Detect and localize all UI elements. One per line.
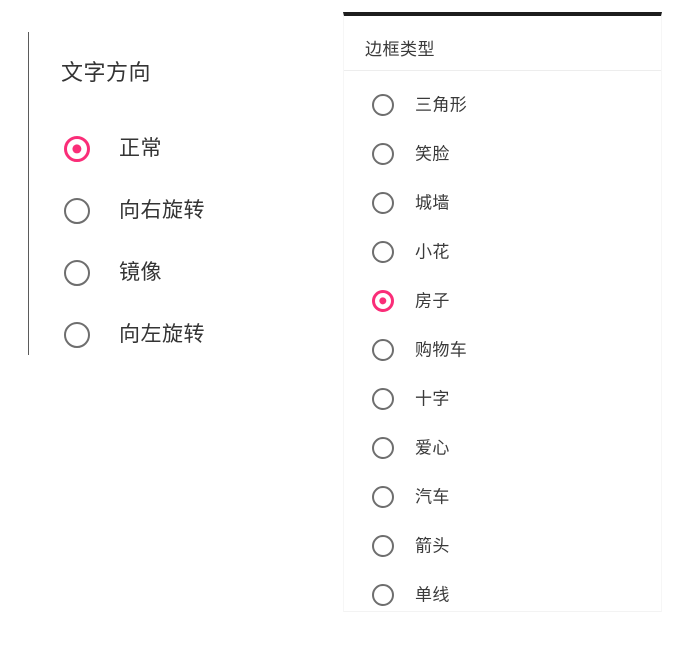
border-type-heading: 边框类型 — [365, 40, 435, 59]
border-type-label: 汽车 — [415, 487, 450, 506]
radio-circle — [372, 240, 394, 263]
text-direction-label: 镜像 — [119, 261, 162, 284]
radio-unselected-icon[interactable] — [372, 93, 394, 116]
text-direction-option[interactable]: 向右旋转 — [29, 180, 318, 242]
border-type-option[interactable]: 单线 — [344, 570, 661, 619]
border-type-option[interactable]: 购物车 — [344, 325, 661, 374]
border-type-panel: 边框类型 三角形笑脸城墙小花房子购物车十字爱心汽车箭头单线 — [343, 12, 662, 612]
text-direction-label: 正常 — [119, 137, 162, 160]
radio-unselected-icon[interactable] — [372, 534, 394, 557]
text-direction-option[interactable]: 向左旋转 — [29, 304, 318, 366]
radio-unselected-icon[interactable] — [64, 260, 90, 286]
text-direction-option[interactable]: 镜像 — [29, 242, 318, 304]
border-type-option[interactable]: 汽车 — [344, 472, 661, 521]
text-direction-panel: 文字方向 正常向右旋转镜像向左旋转 — [28, 32, 318, 355]
border-type-option[interactable]: 十字 — [344, 374, 661, 423]
radio-circle — [372, 534, 394, 557]
radio-unselected-icon[interactable] — [372, 387, 394, 410]
border-type-label: 房子 — [415, 291, 450, 310]
border-type-label: 三角形 — [415, 95, 468, 114]
text-direction-label: 向左旋转 — [119, 323, 205, 346]
border-type-option[interactable]: 笑脸 — [344, 129, 661, 178]
border-type-radio-group: 三角形笑脸城墙小花房子购物车十字爱心汽车箭头单线 — [344, 80, 661, 619]
radio-circle — [64, 322, 90, 348]
header-divider — [344, 70, 661, 71]
text-direction-radio-group: 正常向右旋转镜像向左旋转 — [29, 118, 318, 366]
border-type-label: 购物车 — [415, 340, 468, 359]
border-type-option[interactable]: 小花 — [344, 227, 661, 276]
radio-circle — [372, 436, 394, 459]
border-type-option[interactable]: 爱心 — [344, 423, 661, 472]
border-type-label: 城墙 — [415, 193, 450, 212]
text-direction-heading: 文字方向 — [61, 60, 152, 85]
border-type-option[interactable]: 箭头 — [344, 521, 661, 570]
radio-unselected-icon[interactable] — [372, 583, 394, 606]
radio-selected-icon[interactable] — [64, 136, 90, 162]
border-type-label: 爱心 — [415, 438, 450, 457]
radio-unselected-icon[interactable] — [64, 198, 90, 224]
border-type-label: 十字 — [415, 389, 450, 408]
text-direction-option[interactable]: 正常 — [29, 118, 318, 180]
radio-circle — [64, 260, 90, 286]
text-direction-label: 向右旋转 — [119, 199, 205, 222]
border-type-label: 箭头 — [415, 536, 450, 555]
border-type-option[interactable]: 房子 — [344, 276, 661, 325]
border-type-label: 单线 — [415, 585, 450, 604]
radio-selected-icon[interactable] — [372, 289, 394, 312]
radio-circle — [372, 485, 394, 508]
border-type-option[interactable]: 城墙 — [344, 178, 661, 227]
radio-circle — [64, 198, 90, 224]
radio-circle — [372, 338, 394, 361]
radio-unselected-icon[interactable] — [372, 436, 394, 459]
radio-unselected-icon[interactable] — [372, 142, 394, 165]
radio-circle — [372, 289, 394, 312]
radio-circle — [372, 583, 394, 606]
radio-unselected-icon[interactable] — [372, 338, 394, 361]
screen-root: 文字方向 正常向右旋转镜像向左旋转 边框类型 三角形笑脸城墙小花房子购物车十字爱… — [0, 0, 674, 652]
border-type-label: 小花 — [415, 242, 450, 261]
radio-circle — [372, 93, 394, 116]
radio-circle — [64, 136, 90, 162]
radio-unselected-icon[interactable] — [372, 485, 394, 508]
radio-circle — [372, 191, 394, 214]
radio-unselected-icon[interactable] — [372, 240, 394, 263]
border-type-option[interactable]: 三角形 — [344, 80, 661, 129]
radio-unselected-icon[interactable] — [64, 322, 90, 348]
radio-unselected-icon[interactable] — [372, 191, 394, 214]
border-type-label: 笑脸 — [415, 144, 450, 163]
radio-circle — [372, 142, 394, 165]
radio-circle — [372, 387, 394, 410]
